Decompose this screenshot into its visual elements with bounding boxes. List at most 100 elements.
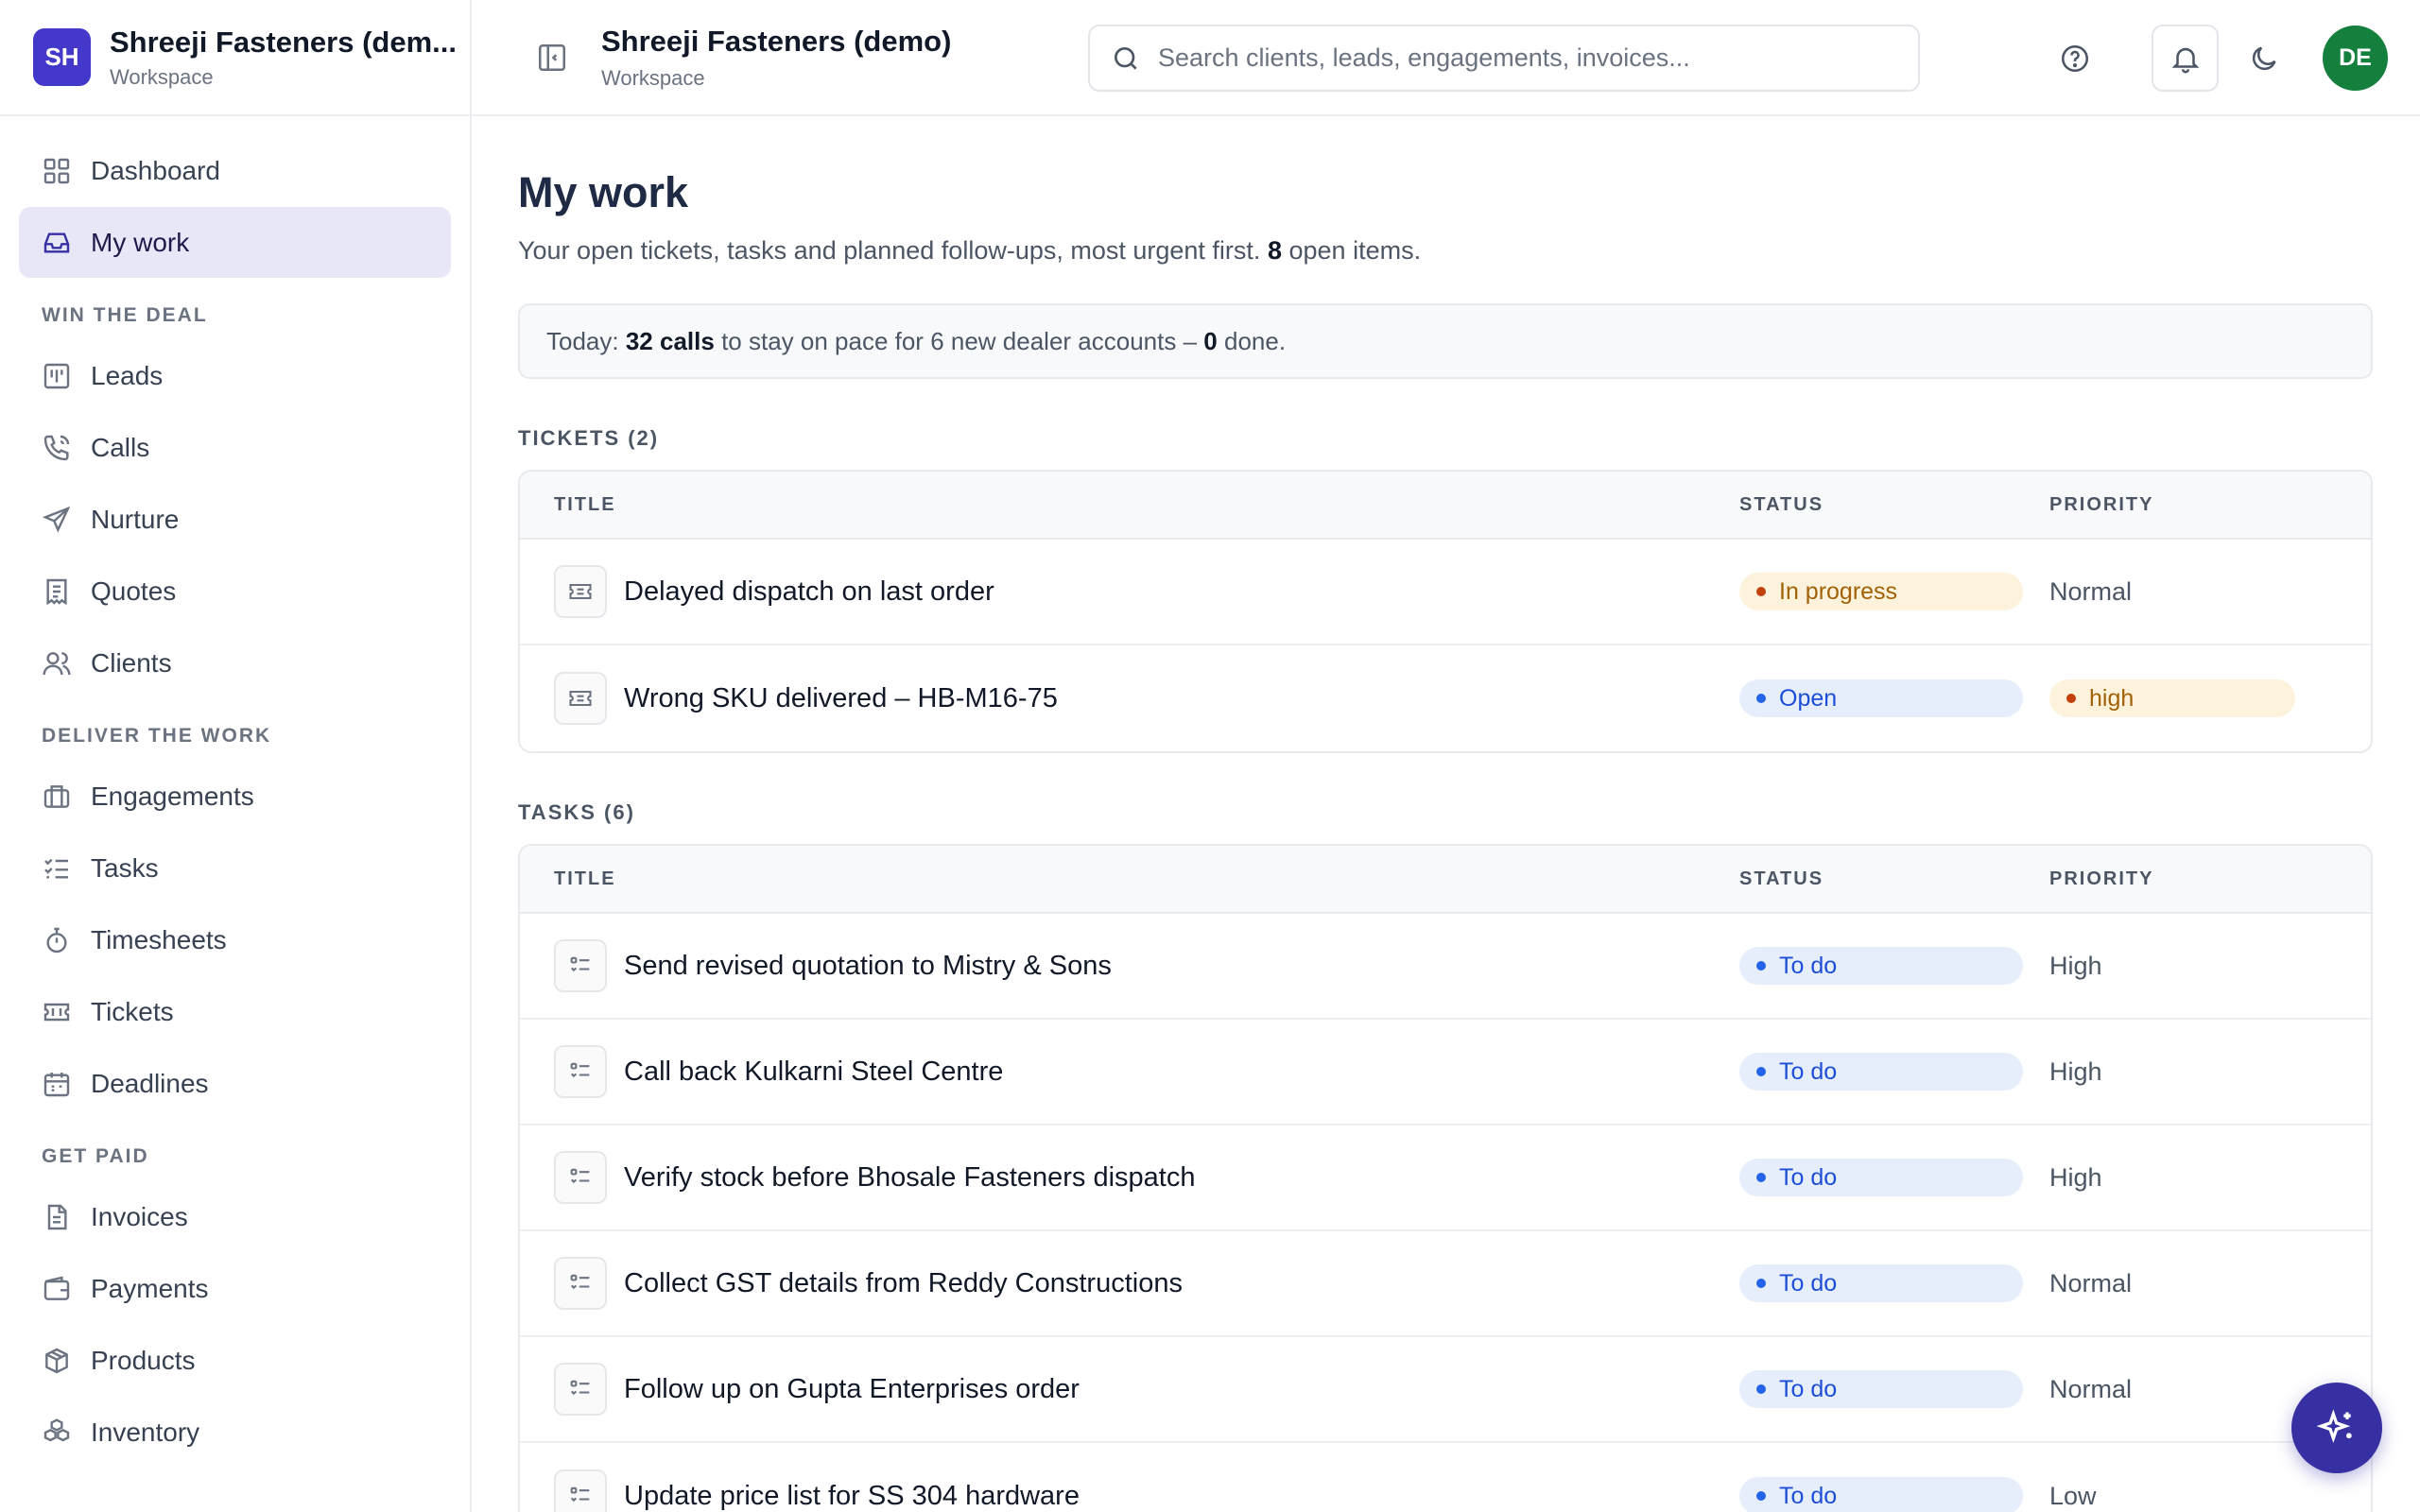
ticket-icon	[554, 565, 607, 618]
workspace-name: Shreeji Fasteners (dem...	[110, 25, 457, 59]
status-badge: To do	[1739, 1477, 2023, 1512]
status-label: To do	[1779, 1482, 1838, 1509]
help-button[interactable]	[2041, 25, 2108, 92]
priority-label: high	[2089, 684, 2135, 712]
sidebar-item-label: Nurture	[91, 504, 180, 534]
stopwatch-icon	[46, 927, 67, 953]
status-badge: Open	[1739, 679, 2023, 717]
sidebar-item-label: Invoices	[91, 1201, 188, 1231]
sidebar-item-quotes[interactable]: Quotes	[19, 556, 451, 627]
task-list-icon	[554, 1151, 607, 1204]
tickets-section-label: TICKETS (2)	[518, 426, 660, 450]
notifications-button[interactable]	[2152, 25, 2219, 92]
pace-banner: Today: 32 calls to stay on pace for 6 ne…	[518, 303, 2373, 379]
workspace-subtitle: Workspace	[110, 64, 214, 89]
priority-label: Normal	[2049, 576, 2133, 606]
workspace-avatar: SH	[33, 28, 91, 86]
sidebar-item-timesheets[interactable]: Timesheets	[19, 904, 451, 975]
table-row[interactable]: Wrong SKU delivered – HB-M16-75 Open hig…	[520, 645, 2371, 751]
sidebar-item-label: Deadlines	[91, 1068, 209, 1098]
task-list-icon	[554, 1257, 607, 1310]
table-row[interactable]: Collect GST details from Reddy Construct…	[520, 1231, 2371, 1337]
sidebar-item-deadlines[interactable]: Deadlines	[19, 1048, 451, 1119]
priority-label: High	[2049, 1162, 2102, 1192]
table-header: TITLE STATUS PRIORITY	[520, 472, 2371, 540]
status-badge: To do	[1739, 1370, 2023, 1408]
task-list-icon	[554, 1363, 607, 1416]
status-label: To do	[1779, 1163, 1838, 1191]
page-subtitle: Your open tickets, tasks and planned fol…	[518, 236, 2373, 266]
pace-prefix: Today:	[546, 326, 619, 355]
checklist-icon	[44, 858, 68, 879]
sidebar-item-clients[interactable]: Clients	[19, 627, 451, 698]
bell-icon	[2171, 47, 2199, 73]
help-circle-icon	[2061, 44, 2088, 72]
page-header-title: Shreeji Fasteners (demo)	[601, 24, 952, 58]
wallet-icon	[43, 1275, 70, 1300]
table-row[interactable]: Delayed dispatch on last order In progre…	[520, 540, 2371, 645]
status-label: To do	[1779, 952, 1838, 979]
row-title: Follow up on Gupta Enterprises order	[624, 1373, 1080, 1404]
sidebar-item-label: Timesheets	[91, 924, 227, 954]
pace-calls: 32 calls	[625, 326, 715, 355]
sidebar-item-tickets[interactable]: Tickets	[19, 976, 451, 1047]
sidebar-item-label: Products	[91, 1345, 196, 1375]
sidebar-item-dashboard[interactable]: Dashboard	[19, 135, 451, 206]
row-title: Update price list for SS 304 hardware	[624, 1480, 1080, 1511]
priority-label: High	[2049, 1057, 2102, 1086]
inbox-icon	[43, 232, 70, 253]
tickets-table: TITLE STATUS PRIORITY Delayed dispatch o…	[518, 470, 2373, 753]
subtitle-suffix: open items.	[1288, 236, 1422, 265]
priority-badge: high	[2049, 679, 2295, 717]
sidebar-item-inventory[interactable]: Inventory	[19, 1397, 451, 1468]
status-label: To do	[1779, 1375, 1838, 1402]
pace-done-count: 0	[1203, 326, 1218, 355]
ai-assistant-button[interactable]	[2291, 1383, 2382, 1473]
theme-toggle-button[interactable]	[2230, 25, 2297, 92]
priority-label: High	[2049, 951, 2102, 980]
open-count: 8	[1267, 236, 1282, 265]
page-title: My work	[518, 168, 689, 216]
user-avatar[interactable]: DE	[2323, 26, 2388, 91]
column-header-status: STATUS	[1739, 868, 1824, 889]
sidebar-item-label: Leads	[91, 360, 164, 390]
table-row[interactable]: Verify stock before Bhosale Fasteners di…	[520, 1125, 2371, 1231]
status-badge: To do	[1739, 1264, 2023, 1302]
column-header-status: STATUS	[1739, 493, 1824, 515]
sidebar-item-products[interactable]: Products	[19, 1325, 451, 1396]
row-title: Wrong SKU delivered – HB-M16-75	[624, 682, 1058, 713]
sidebar-item-engagements[interactable]: Engagements	[19, 761, 451, 832]
sidebar-item-payments[interactable]: Payments	[19, 1253, 451, 1324]
sidebar-item-label: Tickets	[91, 996, 174, 1026]
sidebar-item-nurture[interactable]: Nurture	[19, 484, 451, 555]
priority-label: Low	[2049, 1481, 2097, 1510]
sidebar-item-invoices[interactable]: Invoices	[19, 1181, 451, 1252]
users-icon	[43, 651, 71, 675]
status-badge: To do	[1739, 1053, 2023, 1091]
sidebar-item-label: Dashboard	[91, 155, 220, 185]
receipt-icon	[46, 578, 67, 605]
workspace-switcher[interactable]: SH Shreeji Fasteners (dem... Workspace	[0, 0, 470, 116]
table-row[interactable]: Update price list for SS 304 hardware To…	[520, 1443, 2371, 1512]
search-input[interactable]	[1158, 43, 1895, 73]
sidebar-item-calls[interactable]: Calls	[19, 412, 451, 483]
table-row[interactable]: Follow up on Gupta Enterprises order To …	[520, 1337, 2371, 1443]
search-icon	[1115, 46, 1137, 70]
send-icon	[42, 506, 71, 533]
table-row[interactable]: Call back Kulkarni Steel Centre To do Hi…	[520, 1020, 2371, 1125]
sidebar-toggle-icon[interactable]	[536, 42, 568, 74]
sidebar-item-leads[interactable]: Leads	[19, 340, 451, 411]
main-content: My work Your open tickets, tasks and pla…	[518, 116, 2373, 1512]
column-header-title: TITLE	[554, 493, 616, 515]
row-title: Send revised quotation to Mistry & Sons	[624, 950, 1112, 981]
sparkles-icon	[2316, 1409, 2352, 1444]
sidebar-item-my-work[interactable]: My work	[19, 207, 451, 278]
sidebar-item-label: Quotes	[91, 576, 177, 606]
table-row[interactable]: Send revised quotation to Mistry & Sons …	[520, 914, 2371, 1020]
task-list-icon	[554, 939, 607, 992]
global-search[interactable]	[1088, 25, 1920, 92]
calendar-icon	[43, 1072, 70, 1096]
sidebar-item-tasks[interactable]: Tasks	[19, 833, 451, 903]
phone-icon	[43, 435, 70, 460]
sidebar-item-label: Payments	[91, 1273, 209, 1303]
